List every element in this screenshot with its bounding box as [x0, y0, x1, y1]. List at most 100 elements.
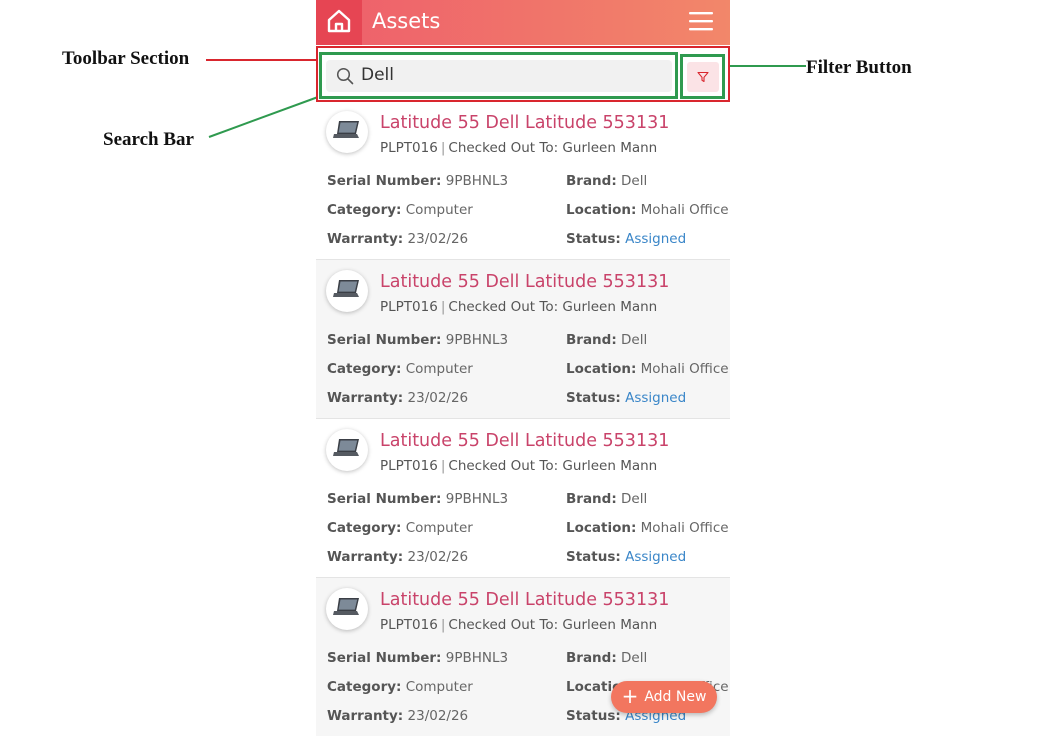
add-new-label: Add New: [644, 689, 707, 705]
asset-title[interactable]: Latitude 55 Dell Latitude 553131: [380, 113, 669, 133]
brand-value: Dell: [621, 650, 648, 666]
asset-subtitle: PLPT016 | Checked Out To: Gurleen Mann: [380, 617, 657, 633]
warranty-value: 23/02/26: [407, 390, 469, 406]
laptop-icon: [332, 596, 362, 622]
category-label: Category:: [327, 202, 402, 218]
asset-code: PLPT016: [380, 617, 438, 633]
separator: |: [440, 458, 446, 474]
brand-label: Brand:: [566, 491, 617, 507]
warranty-field: Warranty: 23/02/26: [327, 231, 468, 247]
filter-button[interactable]: [687, 62, 719, 92]
location-label: Location:: [566, 202, 637, 218]
filter-button-label: Filter Button: [806, 57, 912, 78]
warranty-label: Warranty:: [327, 708, 404, 724]
warranty-field: Warranty: 23/02/26: [327, 549, 468, 565]
location-field: Location: Mohali Office: [566, 520, 729, 536]
status-label: Status:: [566, 549, 621, 565]
asset-title[interactable]: Latitude 55 Dell Latitude 553131: [380, 590, 669, 610]
serial-field: Serial Number: 9PBHNL3: [327, 332, 508, 348]
status-field: Status: Assigned: [566, 390, 686, 406]
checked-out-to: Checked Out To: Gurleen Mann: [448, 299, 658, 315]
laptop-icon: [332, 278, 362, 304]
laptop-icon: [332, 437, 362, 463]
search-connector-line: [208, 96, 319, 138]
status-label: Status:: [566, 390, 621, 406]
search-input[interactable]: Dell: [361, 65, 394, 85]
location-label: Location:: [566, 520, 637, 536]
category-value: Computer: [405, 679, 473, 695]
laptop-icon: [332, 119, 362, 145]
category-field: Category: Computer: [327, 202, 473, 218]
location-value: Mohali Office: [640, 520, 729, 536]
serial-field: Serial Number: 9PBHNL3: [327, 650, 508, 666]
serial-field: Serial Number: 9PBHNL3: [327, 491, 508, 507]
warranty-value: 23/02/26: [407, 708, 469, 724]
warranty-label: Warranty:: [327, 231, 404, 247]
warranty-value: 23/02/26: [407, 549, 469, 565]
search-bar[interactable]: Dell: [326, 60, 672, 92]
brand-field: Brand: Dell: [566, 332, 647, 348]
brand-value: Dell: [621, 332, 648, 348]
asset-card[interactable]: Latitude 55 Dell Latitude 553131 PLPT016…: [316, 101, 730, 260]
filter-icon: [697, 68, 709, 87]
laptop-thumbnail: [326, 270, 368, 312]
menu-button[interactable]: [688, 10, 718, 36]
brand-field: Brand: Dell: [566, 650, 647, 666]
app-header: Assets: [316, 0, 730, 45]
add-new-button[interactable]: + Add New: [611, 681, 717, 713]
location-value: Mohali Office: [640, 202, 729, 218]
category-value: Computer: [405, 361, 473, 377]
warranty-field: Warranty: 23/02/26: [327, 390, 468, 406]
page-title: Assets: [372, 9, 441, 33]
location-value: Mohali Office: [640, 361, 729, 377]
status-label: Status:: [566, 231, 621, 247]
status-field: Status: Assigned: [566, 231, 686, 247]
plus-icon: +: [621, 684, 639, 708]
serial-label: Serial Number:: [327, 491, 442, 507]
hamburger-menu-icon: [688, 12, 714, 36]
asset-card[interactable]: Latitude 55 Dell Latitude 553131 PLPT016…: [316, 419, 730, 578]
search-icon: [336, 67, 354, 89]
warranty-value: 23/02/26: [407, 231, 469, 247]
separator: |: [440, 140, 446, 156]
asset-list: Latitude 55 Dell Latitude 553131 PLPT016…: [316, 101, 730, 736]
category-label: Category:: [327, 679, 402, 695]
asset-title[interactable]: Latitude 55 Dell Latitude 553131: [380, 431, 669, 451]
asset-code: PLPT016: [380, 140, 438, 156]
brand-value: Dell: [621, 173, 648, 189]
location-label: Location:: [566, 361, 637, 377]
brand-value: Dell: [621, 491, 648, 507]
category-field: Category: Computer: [327, 679, 473, 695]
asset-subtitle: PLPT016 | Checked Out To: Gurleen Mann: [380, 458, 657, 474]
app-screen: Assets Dell Latitude 55 Dell Latitude 55…: [316, 0, 730, 736]
checked-out-to: Checked Out To: Gurleen Mann: [448, 458, 658, 474]
serial-field: Serial Number: 9PBHNL3: [327, 173, 508, 189]
asset-code: PLPT016: [380, 458, 438, 474]
separator: |: [440, 299, 446, 315]
toolbar-section: Dell: [316, 45, 730, 102]
status-value: Assigned: [625, 390, 687, 406]
warranty-label: Warranty:: [327, 390, 404, 406]
brand-label: Brand:: [566, 650, 617, 666]
asset-title[interactable]: Latitude 55 Dell Latitude 553131: [380, 272, 669, 292]
home-icon: [326, 8, 352, 38]
category-value: Computer: [405, 520, 473, 536]
laptop-thumbnail: [326, 429, 368, 471]
status-value: Assigned: [625, 549, 687, 565]
serial-label: Serial Number:: [327, 332, 442, 348]
serial-value: 9PBHNL3: [445, 332, 509, 348]
asset-card[interactable]: Latitude 55 Dell Latitude 553131 PLPT016…: [316, 260, 730, 419]
separator: |: [440, 617, 446, 633]
category-field: Category: Computer: [327, 520, 473, 536]
category-label: Category:: [327, 520, 402, 536]
serial-value: 9PBHNL3: [445, 491, 509, 507]
serial-value: 9PBHNL3: [445, 650, 509, 666]
laptop-thumbnail: [326, 111, 368, 153]
home-button[interactable]: [316, 0, 362, 45]
asset-subtitle: PLPT016 | Checked Out To: Gurleen Mann: [380, 140, 657, 156]
status-field: Status: Assigned: [566, 549, 686, 565]
status-value: Assigned: [625, 231, 687, 247]
location-field: Location: Mohali Office: [566, 361, 729, 377]
brand-field: Brand: Dell: [566, 173, 647, 189]
location-field: Location: Mohali Office: [566, 202, 729, 218]
